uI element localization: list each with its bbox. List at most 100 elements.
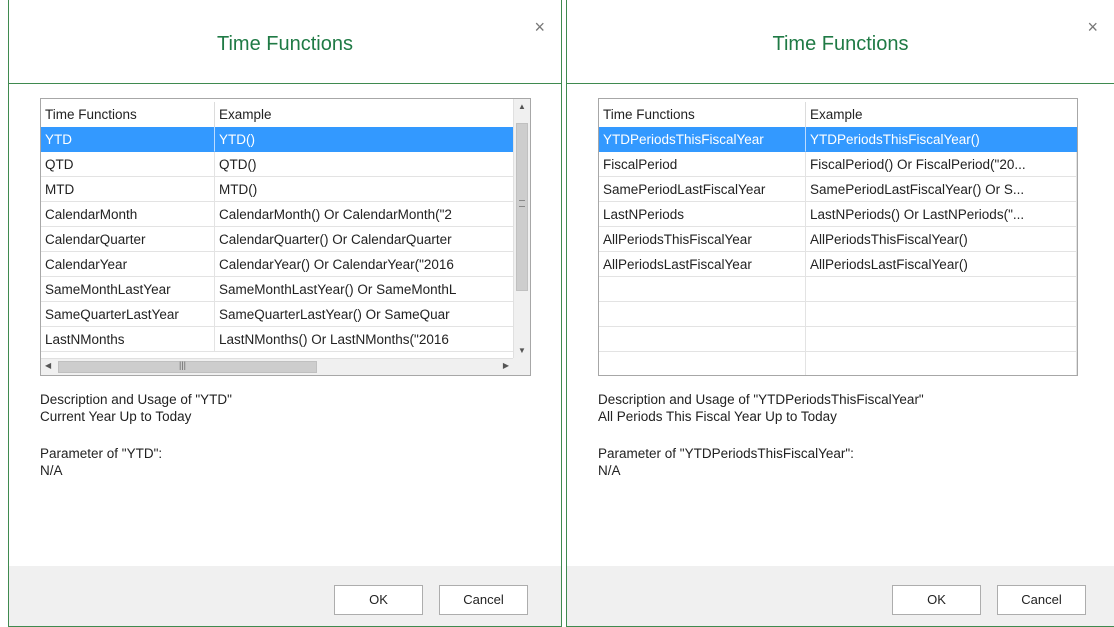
function-name-cell: MTD xyxy=(41,177,215,202)
scroll-left-arrow-icon[interactable]: ◀ xyxy=(45,361,51,370)
function-name-cell: LastNPeriods xyxy=(599,202,806,227)
time-functions-dialog-right: Time Functions × Time Functions Example … xyxy=(566,0,1114,627)
table-row[interactable]: SameQuarterLastYear SameQuarterLastYear(… xyxy=(41,302,515,327)
function-example-cell: AllPeriodsThisFiscalYear() xyxy=(806,227,1077,252)
description-heading: Description and Usage of "YTD" xyxy=(40,392,232,407)
empty-table-row xyxy=(599,352,1077,375)
table-row[interactable]: SameMonthLastYear SameMonthLastYear() Or… xyxy=(41,277,515,302)
ok-button[interactable]: OK xyxy=(334,585,423,615)
function-example-cell: LastNPeriods() Or LastNPeriods("... xyxy=(806,202,1077,227)
function-name-cell: YTDPeriodsThisFiscalYear xyxy=(599,127,806,152)
scroll-right-arrow-icon[interactable]: ▶ xyxy=(503,361,509,370)
function-name-cell: QTD xyxy=(41,152,215,177)
parameter-block: Parameter of "YTDPeriodsThisFiscalYear":… xyxy=(598,445,854,479)
close-icon[interactable]: × xyxy=(534,18,545,36)
empty-table-row xyxy=(599,277,1077,302)
function-name-cell: AllPeriodsLastFiscalYear xyxy=(599,252,806,277)
description-block: Description and Usage of "YTD" Current Y… xyxy=(40,391,232,425)
description-heading: Description and Usage of "YTDPeriodsThis… xyxy=(598,392,924,407)
empty-cell xyxy=(806,302,1077,327)
function-name-cell: CalendarQuarter xyxy=(41,227,215,252)
horizontal-scroll-thumb[interactable]: ||| xyxy=(58,360,317,373)
time-functions-table: Time Functions Example YTD YTD() QTD QTD… xyxy=(40,98,531,376)
table-row[interactable]: YTDPeriodsThisFiscalYear YTDPeriodsThisF… xyxy=(599,127,1077,152)
empty-cell xyxy=(599,327,806,352)
function-name-cell: AllPeriodsThisFiscalYear xyxy=(599,227,806,252)
table-row[interactable]: AllPeriodsThisFiscalYear AllPeriodsThisF… xyxy=(599,227,1077,252)
empty-cell xyxy=(806,277,1077,302)
function-name-cell: SamePeriodLastFiscalYear xyxy=(599,177,806,202)
table-row[interactable]: AllPeriodsLastFiscalYear AllPeriodsLastF… xyxy=(599,252,1077,277)
function-example-cell: SamePeriodLastFiscalYear() Or S... xyxy=(806,177,1077,202)
table-row[interactable]: FiscalPeriod FiscalPeriod() Or FiscalPer… xyxy=(599,152,1077,177)
table-row[interactable]: LastNMonths LastNMonths() Or LastNMonths… xyxy=(41,327,515,352)
close-icon[interactable]: × xyxy=(1087,18,1098,36)
function-name-cell: YTD xyxy=(41,127,215,152)
table-row[interactable]: MTD MTD() xyxy=(41,177,515,202)
parameter-text: N/A xyxy=(40,463,63,478)
time-functions-dialog-left: Time Functions × Time Functions Example … xyxy=(8,0,562,627)
description-text: All Periods This Fiscal Year Up to Today xyxy=(598,409,837,424)
table-row[interactable]: CalendarMonth CalendarMonth() Or Calenda… xyxy=(41,202,515,227)
cancel-button[interactable]: Cancel xyxy=(439,585,528,615)
parameter-heading: Parameter of "YTDPeriodsThisFiscalYear": xyxy=(598,446,854,461)
dialog-title: Time Functions xyxy=(772,33,909,55)
horizontal-scrollbar[interactable]: ◀ ||| ▶ xyxy=(41,358,513,375)
parameter-heading: Parameter of "YTD": xyxy=(40,446,163,461)
vertical-scroll-thumb[interactable] xyxy=(516,123,528,291)
empty-cell xyxy=(599,302,806,327)
table-row[interactable]: LastNPeriods LastNPeriods() Or LastNPeri… xyxy=(599,202,1077,227)
empty-cell xyxy=(806,352,1077,375)
function-example-cell: YTD() xyxy=(215,127,515,152)
table-row[interactable]: SamePeriodLastFiscalYear SamePeriodLastF… xyxy=(599,177,1077,202)
table-row[interactable]: CalendarQuarter CalendarQuarter() Or Cal… xyxy=(41,227,515,252)
function-example-cell: YTDPeriodsThisFiscalYear() xyxy=(806,127,1077,152)
function-name-cell: SameQuarterLastYear xyxy=(41,302,215,327)
dialog-footer: OK Cancel xyxy=(567,566,1114,626)
function-example-cell: CalendarQuarter() Or CalendarQuarter xyxy=(215,227,515,252)
function-example-cell: SameMonthLastYear() Or SameMonthL xyxy=(215,277,515,302)
function-example-cell: AllPeriodsLastFiscalYear() xyxy=(806,252,1077,277)
dialog-titlebar: Time Functions × xyxy=(567,0,1114,84)
ok-button[interactable]: OK xyxy=(892,585,981,615)
function-name-cell: CalendarYear xyxy=(41,252,215,277)
empty-table-row xyxy=(599,302,1077,327)
time-functions-table: Time Functions Example YTDPeriodsThisFis… xyxy=(598,98,1078,376)
dialog-titlebar: Time Functions × xyxy=(9,0,561,84)
empty-cell xyxy=(599,277,806,302)
scroll-up-arrow-icon[interactable]: ▲ xyxy=(514,102,530,111)
cancel-button[interactable]: Cancel xyxy=(997,585,1086,615)
function-example-cell: LastNMonths() Or LastNMonths("2016 xyxy=(215,327,515,352)
empty-table-row xyxy=(599,327,1077,352)
grip-icon xyxy=(519,200,525,207)
table-row[interactable]: QTD QTD() xyxy=(41,152,515,177)
dialog-title: Time Functions xyxy=(217,33,353,55)
description-block: Description and Usage of "YTDPeriodsThis… xyxy=(598,391,924,425)
function-name-cell: FiscalPeriod xyxy=(599,152,806,177)
vertical-scrollbar[interactable]: ▲ ▼ xyxy=(513,99,530,358)
description-text: Current Year Up to Today xyxy=(40,409,192,424)
parameter-block: Parameter of "YTD": N/A xyxy=(40,445,162,479)
function-example-cell: FiscalPeriod() Or FiscalPeriod("20... xyxy=(806,152,1077,177)
empty-cell xyxy=(806,327,1077,352)
column-header-time-functions[interactable]: Time Functions xyxy=(41,102,215,127)
table-row[interactable]: CalendarYear CalendarYear() Or CalendarY… xyxy=(41,252,515,277)
function-example-cell: CalendarMonth() Or CalendarMonth("2 xyxy=(215,202,515,227)
dialog-footer: OK Cancel xyxy=(9,566,561,626)
column-header-time-functions[interactable]: Time Functions xyxy=(599,102,806,127)
table-header: Time Functions Example xyxy=(599,102,1077,127)
function-example-cell: CalendarYear() Or CalendarYear("2016 xyxy=(215,252,515,277)
table-row[interactable]: YTD YTD() xyxy=(41,127,515,152)
function-name-cell: SameMonthLastYear xyxy=(41,277,215,302)
column-header-example[interactable]: Example xyxy=(806,102,1077,127)
function-example-cell: QTD() xyxy=(215,152,515,177)
function-name-cell: CalendarMonth xyxy=(41,202,215,227)
function-example-cell: MTD() xyxy=(215,177,515,202)
table-header: Time Functions Example xyxy=(41,102,515,127)
function-name-cell: LastNMonths xyxy=(41,327,215,352)
parameter-text: N/A xyxy=(598,463,621,478)
empty-cell xyxy=(599,352,806,375)
column-header-example[interactable]: Example xyxy=(215,102,515,127)
scroll-down-arrow-icon[interactable]: ▼ xyxy=(514,346,530,355)
grip-icon: ||| xyxy=(179,360,187,370)
